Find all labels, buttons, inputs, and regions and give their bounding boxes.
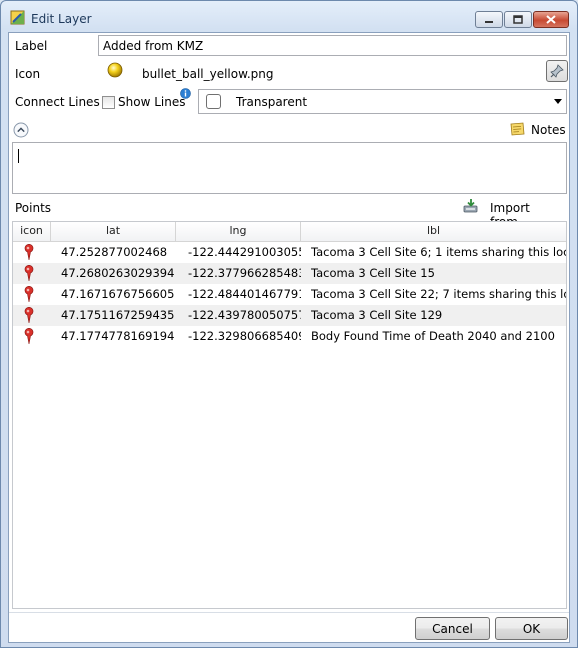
title-bar[interactable]: Edit Layer xyxy=(1,1,577,31)
label-field-value: Added from KMZ xyxy=(103,39,204,53)
color-swatch xyxy=(206,94,221,109)
window-title: Edit Layer xyxy=(31,12,92,26)
column-header-lbl[interactable]: lbl xyxy=(301,222,566,241)
collapse-icon[interactable] xyxy=(13,122,29,138)
cell-lbl: Tacoma 3 Cell Site 6; 1 items sharing th… xyxy=(311,245,566,259)
table-row[interactable]: 47.1774778169194 -122.329806685409 Body Fo… xyxy=(13,326,566,347)
notes-field[interactable] xyxy=(12,142,567,194)
cell-lat: 47.1671676756605 xyxy=(61,287,175,301)
dialog-body: Label Added from KMZ Icon bullet_ball_ye… xyxy=(8,32,570,643)
line-color-value: Transparent xyxy=(236,95,308,109)
icon-caption: Icon xyxy=(15,67,41,81)
minimize-button[interactable] xyxy=(475,11,503,28)
info-icon[interactable] xyxy=(180,88,191,99)
close-icon xyxy=(546,15,556,24)
points-caption: Points xyxy=(15,201,52,215)
ok-button[interactable]: OK xyxy=(495,617,568,640)
cell-lng: -122.484401467791 xyxy=(188,287,301,301)
cell-lat: 47.252877002468 xyxy=(61,245,168,259)
yellow-ball-icon xyxy=(107,62,123,78)
line-color-dropdown[interactable]: Transparent xyxy=(198,89,567,114)
table-row[interactable]: 47.252877002468 -122.444291003055 Tacoma 3… xyxy=(13,242,566,263)
cell-lbl: Tacoma 3 Cell Site 129 xyxy=(311,308,443,322)
cell-lng: -122.377966285483 xyxy=(188,266,301,280)
import-icon xyxy=(463,199,478,213)
map-pin-icon xyxy=(24,328,34,345)
table-row[interactable]: 47.2680263029394 -122.377966285483 Tacoma … xyxy=(13,263,566,284)
show-lines-label[interactable]: Show Lines xyxy=(118,95,185,109)
notes-label: Notes xyxy=(531,123,566,137)
cell-lat: 47.1774778169194 xyxy=(61,329,175,343)
grid-header: icon lat lng lbl xyxy=(13,222,566,242)
show-lines-checkbox[interactable] xyxy=(102,96,115,109)
connect-lines-caption: Connect Lines xyxy=(15,95,100,109)
cell-lng: -122.329806685409 xyxy=(188,329,301,343)
maximize-icon xyxy=(513,15,523,24)
cell-lbl: Tacoma 3 Cell Site 22; 7 items sharing t… xyxy=(311,287,566,301)
cell-lat: 47.2680263029394 xyxy=(61,266,175,280)
minimize-icon xyxy=(485,20,493,23)
cell-lbl: Body Found Time of Death 2040 and 2100 xyxy=(311,329,555,343)
map-pin-icon xyxy=(24,265,34,282)
notes-icon xyxy=(510,122,525,136)
text-cursor xyxy=(18,149,19,163)
map-pin-icon xyxy=(24,244,34,261)
pick-icon-button[interactable] xyxy=(546,60,568,82)
column-header-lng[interactable]: lng xyxy=(176,222,301,241)
cell-lat: 47.1751167259435 xyxy=(61,308,175,322)
table-row[interactable]: 47.1671676756605 -122.484401467791 Tacoma … xyxy=(13,284,566,305)
cell-lng: -122.444291003055 xyxy=(188,245,301,259)
close-button[interactable] xyxy=(533,11,569,28)
column-header-icon[interactable]: icon xyxy=(13,222,51,241)
maximize-button[interactable] xyxy=(504,11,532,28)
map-pin-icon xyxy=(24,286,34,303)
footer-divider xyxy=(9,612,569,613)
points-grid[interactable]: icon lat lng lbl 47.252877002468 -122.444… xyxy=(12,221,567,609)
cell-lbl: Tacoma 3 Cell Site 15 xyxy=(311,266,435,280)
column-header-lat[interactable]: lat xyxy=(51,222,176,241)
cancel-button[interactable]: Cancel xyxy=(415,617,490,640)
label-field[interactable]: Added from KMZ xyxy=(98,35,567,56)
map-pin-icon xyxy=(24,307,34,324)
chevron-down-icon xyxy=(554,99,562,104)
edit-layer-window: Edit Layer Label Added from KMZ Icon bul… xyxy=(0,0,578,648)
cell-lng: -122.439780050757 xyxy=(188,308,301,322)
pin-picker-icon xyxy=(550,64,564,78)
icon-filename: bullet_ball_yellow.png xyxy=(142,67,274,81)
label-caption: Label xyxy=(15,39,48,53)
table-row[interactable]: 47.1751167259435 -122.439780050757 Tacoma … xyxy=(13,305,566,326)
layer-app-icon xyxy=(10,10,25,25)
